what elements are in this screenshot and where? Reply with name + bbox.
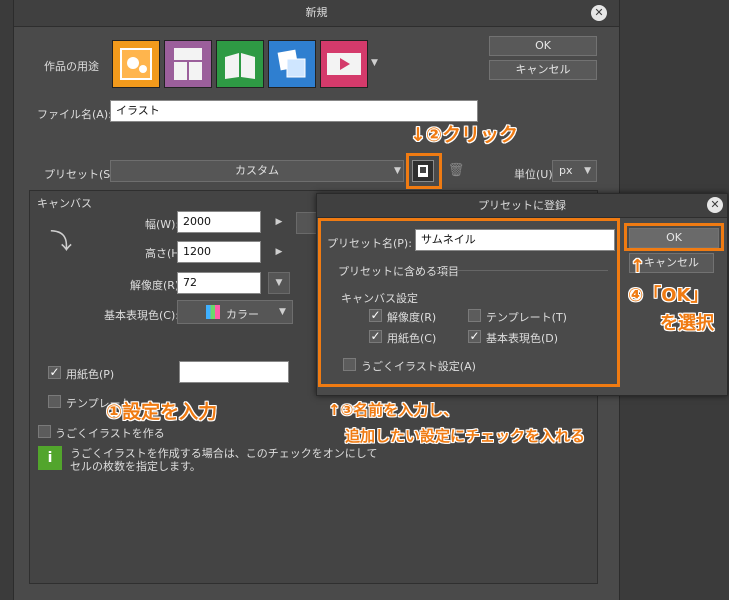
color-mode-value: カラー bbox=[226, 308, 259, 321]
animation-purpose-button[interactable] bbox=[320, 40, 368, 88]
template-checkbox[interactable] bbox=[48, 395, 61, 408]
step3-annotation-line1: ↑③名前を入力し、 bbox=[328, 401, 459, 419]
story-icon bbox=[277, 49, 306, 78]
resolution-label: 解像度(R): bbox=[130, 279, 183, 292]
comic-icon bbox=[174, 48, 202, 80]
step4-arrow: ↑ bbox=[630, 256, 646, 277]
preset-value: カスタム bbox=[235, 164, 279, 177]
story-purpose-button[interactable] bbox=[268, 40, 316, 88]
unit-value: px bbox=[559, 164, 573, 177]
step4-annotation-line2: を選択 bbox=[660, 313, 714, 334]
unit-dropdown-arrow-icon: ▼ bbox=[584, 166, 591, 176]
highlight-register-button bbox=[406, 153, 442, 189]
animation-icon bbox=[327, 53, 361, 75]
canvas-section-label: キャンバス bbox=[37, 197, 92, 210]
preset-dropdown-arrow-icon: ▼ bbox=[394, 166, 401, 176]
close-icon[interactable]: ✕ bbox=[591, 5, 607, 21]
color-mode-select[interactable]: カラー ▼ bbox=[177, 300, 293, 324]
illustration-purpose-button[interactable] bbox=[112, 40, 160, 88]
book-icon bbox=[225, 53, 255, 79]
purpose-label: 作品の用途 bbox=[44, 60, 99, 73]
animation-check-label: うごくイラストを作る bbox=[55, 427, 165, 440]
cancel-button[interactable]: キャンセル bbox=[489, 60, 597, 80]
book-purpose-button[interactable] bbox=[216, 40, 264, 88]
register-preset-title: プリセットに登録 bbox=[317, 194, 727, 218]
purpose-dropdown-arrow-icon[interactable]: ▼ bbox=[371, 58, 378, 68]
filename-label: ファイル名(A): bbox=[37, 108, 112, 121]
paper-color-swatch[interactable] bbox=[179, 361, 289, 383]
step2-annotation: ↓②クリック bbox=[410, 124, 519, 146]
width-spin-icon[interactable]: ▶ bbox=[272, 212, 286, 232]
animation-checkbox[interactable] bbox=[38, 425, 51, 438]
info-text-line2: セルの枚数を指定します。 bbox=[70, 460, 201, 473]
color-dropdown-arrow-icon: ▼ bbox=[279, 307, 286, 317]
unit-label: 単位(U): bbox=[514, 168, 557, 181]
dialog-title: 新規 bbox=[14, 0, 619, 27]
width-label: 幅(W): bbox=[145, 218, 180, 231]
info-icon: i bbox=[38, 446, 62, 470]
step3-annotation-line2: 追加したい設定にチェックを入れる bbox=[345, 427, 586, 445]
color-swatch-icon bbox=[206, 305, 220, 319]
height-input[interactable]: 1200 bbox=[177, 241, 261, 263]
preset-label: プリセット(S): bbox=[44, 168, 119, 181]
step1-annotation: ①設定を入力 bbox=[106, 401, 218, 423]
comic-purpose-button[interactable] bbox=[164, 40, 212, 88]
ok-button[interactable]: OK bbox=[489, 36, 597, 56]
highlight-preset-form bbox=[318, 218, 620, 387]
resolution-input[interactable]: 72 bbox=[177, 272, 261, 294]
unit-select[interactable]: px ▼ bbox=[552, 160, 597, 182]
color-mode-label: 基本表現色(C): bbox=[104, 309, 179, 322]
highlight-ok-button bbox=[624, 223, 724, 251]
register-preset-close-icon[interactable]: ✕ bbox=[707, 197, 723, 213]
filename-input[interactable]: イラスト bbox=[110, 100, 478, 122]
trash-icon[interactable]: 🗑 bbox=[446, 160, 466, 182]
paper-color-label: 用紙色(P) bbox=[66, 368, 115, 381]
resolution-dropdown-icon[interactable]: ▼ bbox=[268, 272, 290, 294]
height-spin-icon[interactable]: ▶ bbox=[272, 242, 286, 262]
rotate-canvas-icon[interactable]: ⤵ bbox=[50, 224, 72, 255]
illustration-icon bbox=[120, 48, 152, 80]
paper-color-checkbox[interactable]: ✓ bbox=[48, 366, 61, 379]
width-input[interactable]: 2000 bbox=[177, 211, 261, 233]
preset-select[interactable]: カスタム bbox=[110, 160, 404, 182]
step4-annotation-line1: ④「OK」 bbox=[628, 285, 709, 306]
